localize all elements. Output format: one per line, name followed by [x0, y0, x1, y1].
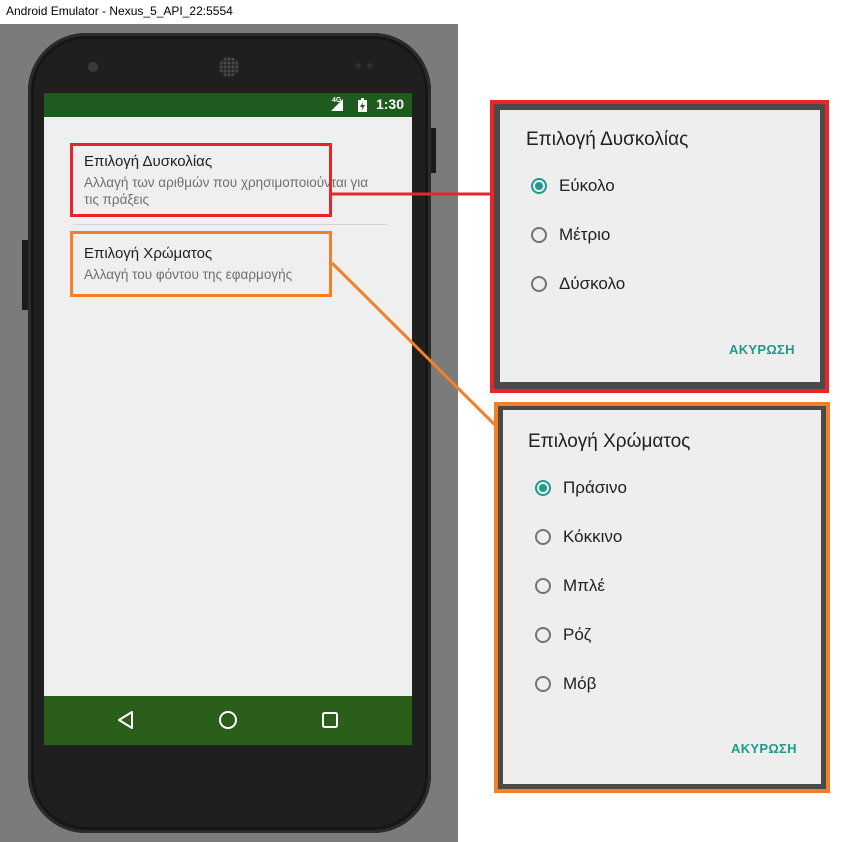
option-easy[interactable]: Εύκολο — [531, 174, 615, 198]
radio-unchecked-icon[interactable] — [531, 227, 547, 243]
color-dialog: Επιλογή Χρώματος Πράσινο Κόκκινο Μπλέ Ρό… — [503, 410, 821, 784]
option-hard[interactable]: Δύσκολο — [531, 272, 625, 296]
cancel-button[interactable]: ΑΚΥΡΩΣΗ — [729, 342, 795, 357]
radio-unchecked-icon[interactable] — [535, 529, 551, 545]
option-label: Μέτριο — [559, 225, 611, 244]
option-label: Εύκολο — [559, 176, 615, 195]
option-label: Πράσινο — [563, 478, 627, 497]
radio-unchecked-icon[interactable] — [531, 276, 547, 292]
option-pink[interactable]: Ρόζ — [535, 623, 591, 647]
radio-unchecked-icon[interactable] — [535, 627, 551, 643]
option-green[interactable]: Πράσινο — [535, 476, 627, 500]
radio-unchecked-icon[interactable] — [535, 676, 551, 692]
option-label: Ρόζ — [563, 625, 592, 644]
option-label: Μπλέ — [563, 576, 605, 595]
option-label: Κόκκινο — [563, 527, 623, 546]
option-label: Δύσκολο — [559, 274, 626, 293]
color-connector-line — [330, 261, 498, 428]
option-red[interactable]: Κόκκινο — [535, 525, 622, 549]
cancel-button[interactable]: ΑΚΥΡΩΣΗ — [731, 741, 797, 756]
difficulty-dialog: Επιλογή Δυσκολίας Εύκολο Μέτριο Δύσκολο … — [500, 110, 820, 382]
dialog-title: Επιλογή Δυσκολίας — [526, 129, 689, 150]
radio-checked-icon[interactable] — [535, 480, 551, 496]
radio-checked-icon[interactable] — [531, 178, 547, 194]
dialog-title: Επιλογή Χρώματος — [528, 431, 691, 452]
option-purple[interactable]: Μόβ — [535, 672, 596, 696]
radio-unchecked-icon[interactable] — [535, 578, 551, 594]
option-label: Μόβ — [563, 674, 597, 693]
option-medium[interactable]: Μέτριο — [531, 223, 610, 247]
option-blue[interactable]: Μπλέ — [535, 574, 605, 598]
